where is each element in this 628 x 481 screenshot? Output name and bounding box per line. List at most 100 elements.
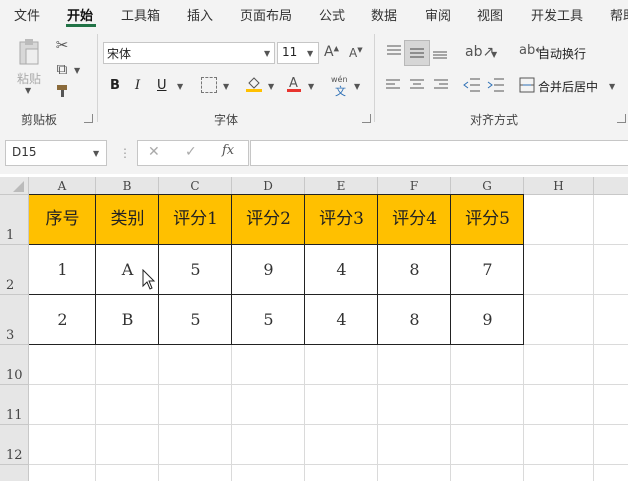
table-cell[interactable]: 8 <box>378 295 451 344</box>
font-name-dropdown-icon[interactable]: ▼ <box>264 49 270 58</box>
copy-dropdown-icon[interactable]: ▼ <box>74 66 80 75</box>
table-border <box>95 195 96 345</box>
row-header[interactable]: 2 <box>0 245 29 295</box>
tab-view[interactable]: 视图 <box>477 5 503 24</box>
table-header-cell[interactable]: 评分1 <box>159 195 232 244</box>
column-header-e[interactable]: E <box>305 177 378 195</box>
column-header-c[interactable]: C <box>159 177 232 195</box>
table-header-cell[interactable]: 评分3 <box>305 195 378 244</box>
table-cell[interactable]: 4 <box>305 295 378 344</box>
formula-input[interactable] <box>250 140 628 166</box>
row-header[interactable]: 10 <box>0 345 29 385</box>
table-header-cell[interactable]: 评分2 <box>232 195 305 244</box>
column-header-blank[interactable] <box>594 177 628 195</box>
row-header[interactable]: 11 <box>0 385 29 425</box>
merge-center-dropdown-icon[interactable]: ▼ <box>609 82 615 91</box>
paste-label[interactable]: 粘贴 <box>17 70 41 87</box>
fill-color-dropdown-icon[interactable]: ▼ <box>268 82 274 91</box>
row-header[interactable]: 12 <box>0 425 29 465</box>
font-color-dropdown-icon[interactable]: ▼ <box>308 82 314 91</box>
insert-function-button[interactable]: fx <box>222 143 234 158</box>
tab-review[interactable]: 审阅 <box>425 5 451 24</box>
table-cell[interactable]: 7 <box>451 245 524 294</box>
table-border <box>304 195 305 345</box>
underline-button[interactable]: U <box>157 78 167 93</box>
column-header-g[interactable]: G <box>451 177 524 195</box>
table-cell[interactable]: B <box>96 295 159 344</box>
tab-developer[interactable]: 开发工具 <box>531 5 583 24</box>
fill-color-icon[interactable] <box>245 75 263 93</box>
table-cell[interactable]: 2 <box>29 295 96 344</box>
align-bottom-icon[interactable] <box>432 44 448 60</box>
format-painter-icon[interactable] <box>55 84 69 98</box>
increase-indent-icon[interactable] <box>487 77 505 93</box>
tab-page-layout[interactable]: 页面布局 <box>240 5 292 24</box>
align-left-icon[interactable] <box>385 78 401 92</box>
border-icon[interactable] <box>201 77 217 93</box>
align-center-icon[interactable] <box>409 78 425 92</box>
font-size-dropdown-icon[interactable]: ▼ <box>307 49 313 58</box>
gridline <box>29 424 628 425</box>
table-cell[interactable]: 5 <box>159 245 232 294</box>
row-header[interactable] <box>0 465 29 481</box>
font-color-icon[interactable]: A <box>286 75 302 93</box>
phonetic-dropdown-icon[interactable]: ▼ <box>354 82 360 91</box>
tab-insert[interactable]: 插入 <box>187 5 213 24</box>
decrease-font-icon[interactable]: A▼ <box>349 47 363 60</box>
decrease-indent-icon[interactable] <box>463 77 481 93</box>
tab-file[interactable]: 文件 <box>14 5 40 24</box>
table-cell[interactable]: 9 <box>451 295 524 344</box>
align-middle-button[interactable] <box>404 40 430 66</box>
clipboard-launcher-icon[interactable] <box>84 114 93 123</box>
table-cell[interactable]: 5 <box>232 295 305 344</box>
table-cell[interactable]: 8 <box>378 245 451 294</box>
align-top-icon[interactable] <box>386 44 402 58</box>
merge-center-icon[interactable] <box>519 77 535 93</box>
bold-button[interactable]: B <box>110 78 120 93</box>
clipboard-group-label: 剪贴板 <box>21 113 58 127</box>
table-header-cell[interactable]: 评分5 <box>451 195 524 244</box>
underline-dropdown-icon[interactable]: ▼ <box>177 82 183 91</box>
orientation-icon[interactable]: ab↗ <box>465 45 494 59</box>
italic-button[interactable]: I <box>135 78 140 93</box>
cancel-icon[interactable]: ✕ <box>148 144 160 160</box>
table-header-cell[interactable]: 序号 <box>29 195 96 244</box>
table-header-cell[interactable]: 评分4 <box>378 195 451 244</box>
copy-icon[interactable]: ⧉ <box>54 62 70 77</box>
select-all-corner[interactable] <box>0 177 29 195</box>
font-launcher-icon[interactable] <box>362 114 371 123</box>
column-header-b[interactable]: B <box>96 177 159 195</box>
row-header[interactable]: 3 <box>0 295 29 345</box>
table-cell[interactable]: 9 <box>232 245 305 294</box>
column-header-a[interactable]: A <box>29 177 96 195</box>
border-dropdown-icon[interactable]: ▼ <box>223 82 229 91</box>
column-header-h[interactable]: H <box>524 177 594 195</box>
enter-icon[interactable]: ✓ <box>185 144 197 160</box>
orientation-dropdown-icon[interactable]: ▼ <box>491 50 497 59</box>
phonetic-guide-icon[interactable]: 文 <box>335 83 346 99</box>
tab-toolbox[interactable]: 工具箱 <box>121 5 160 24</box>
column-header-d[interactable]: D <box>232 177 305 195</box>
increase-font-icon[interactable]: A▲ <box>324 45 339 59</box>
wrap-text-button[interactable]: 自动换行 <box>538 45 586 62</box>
table-cell[interactable]: 1 <box>29 245 96 294</box>
row-number: 10 <box>6 368 23 383</box>
name-box-dropdown-icon[interactable]: ▼ <box>93 149 99 158</box>
paste-icon[interactable] <box>16 38 42 68</box>
row-header[interactable]: 1 <box>0 195 29 245</box>
table-header-cell[interactable]: 类别 <box>96 195 159 244</box>
paste-dropdown-icon[interactable]: ▼ <box>25 86 31 95</box>
row-number: 3 <box>6 328 15 343</box>
merge-center-button[interactable]: 合并后居中 <box>538 78 598 95</box>
mouse-pointer-icon <box>142 268 156 291</box>
cut-icon[interactable]: ✂ <box>54 38 70 53</box>
table-cell[interactable]: 4 <box>305 245 378 294</box>
tab-help[interactable]: 帮助 <box>610 5 628 24</box>
tab-data[interactable]: 数据 <box>371 5 397 24</box>
table-cell[interactable]: 5 <box>159 295 232 344</box>
column-header-f[interactable]: F <box>378 177 451 195</box>
tab-home[interactable]: 开始 <box>67 5 93 24</box>
alignment-launcher-icon[interactable] <box>617 114 626 123</box>
tab-formulas[interactable]: 公式 <box>319 5 345 24</box>
align-right-icon[interactable] <box>433 78 449 92</box>
